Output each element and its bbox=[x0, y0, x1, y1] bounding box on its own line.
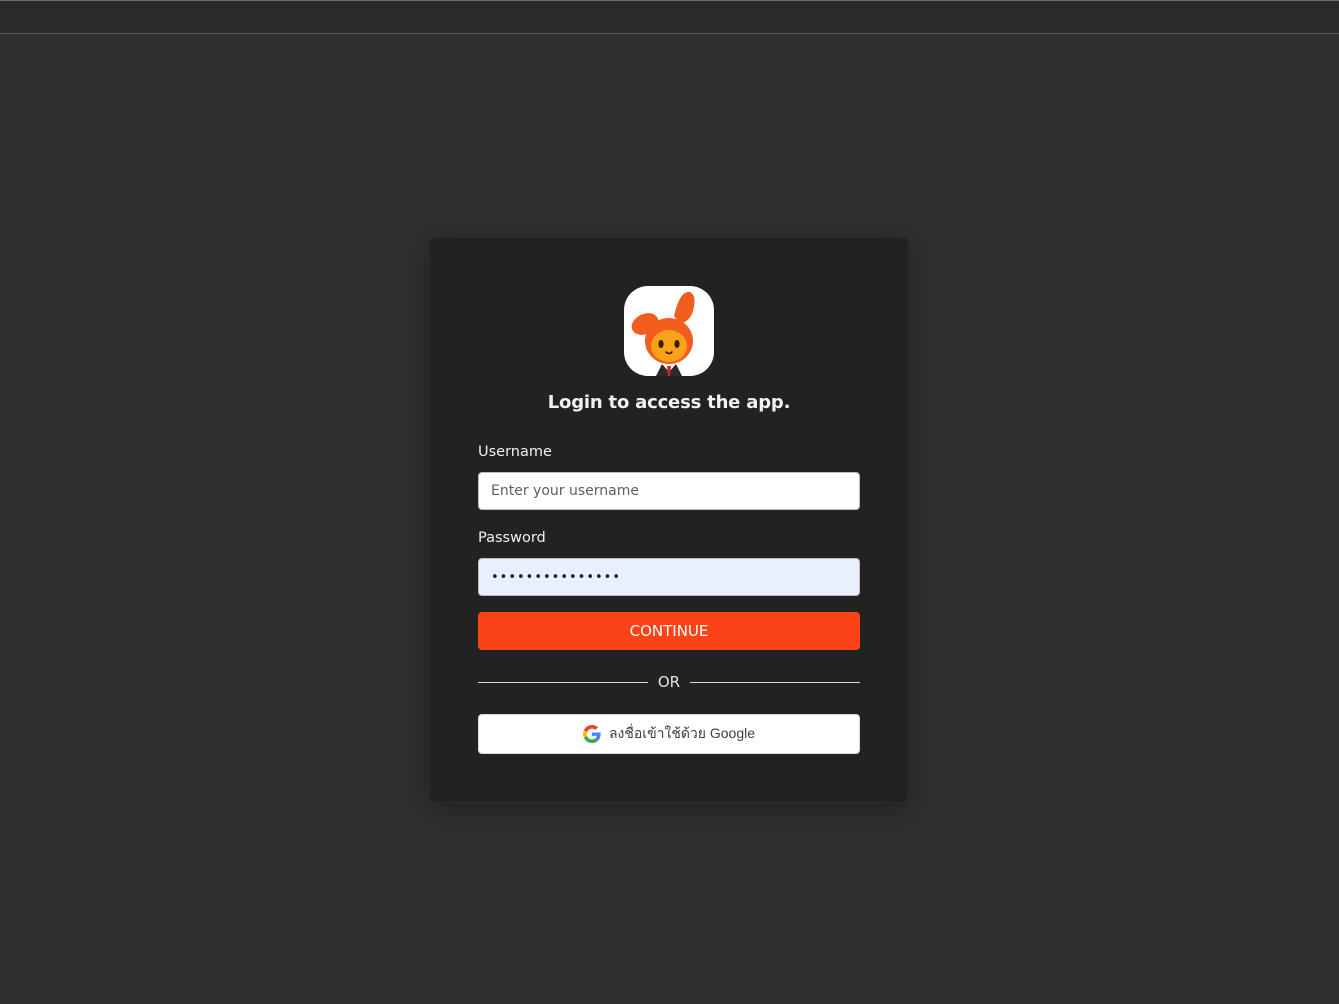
google-signin-label: ลงชื่อเข้าใช้ด้วย Google bbox=[608, 725, 756, 741]
username-label: Username bbox=[478, 444, 552, 460]
divider-line-right bbox=[690, 682, 860, 683]
google-signin-button[interactable]: ลงชื่อเข้าใช้ด้วย Google bbox=[478, 714, 860, 754]
password-label: Password bbox=[478, 530, 546, 546]
password-input[interactable] bbox=[478, 558, 860, 596]
login-card: Login to access the app. Username Passwo… bbox=[429, 237, 909, 803]
or-divider: OR bbox=[478, 672, 860, 692]
google-g-icon bbox=[582, 725, 601, 743]
browser-top-bar bbox=[0, 0, 1339, 34]
username-input[interactable] bbox=[478, 472, 860, 510]
continue-button[interactable]: CONTINUE bbox=[478, 612, 860, 650]
divider-text: OR bbox=[657, 673, 681, 691]
page-title: Login to access the app. bbox=[547, 392, 791, 413]
divider-line-left bbox=[478, 682, 648, 683]
app-logo-icon bbox=[624, 286, 714, 376]
rabbit-mascot-icon bbox=[631, 291, 695, 376]
